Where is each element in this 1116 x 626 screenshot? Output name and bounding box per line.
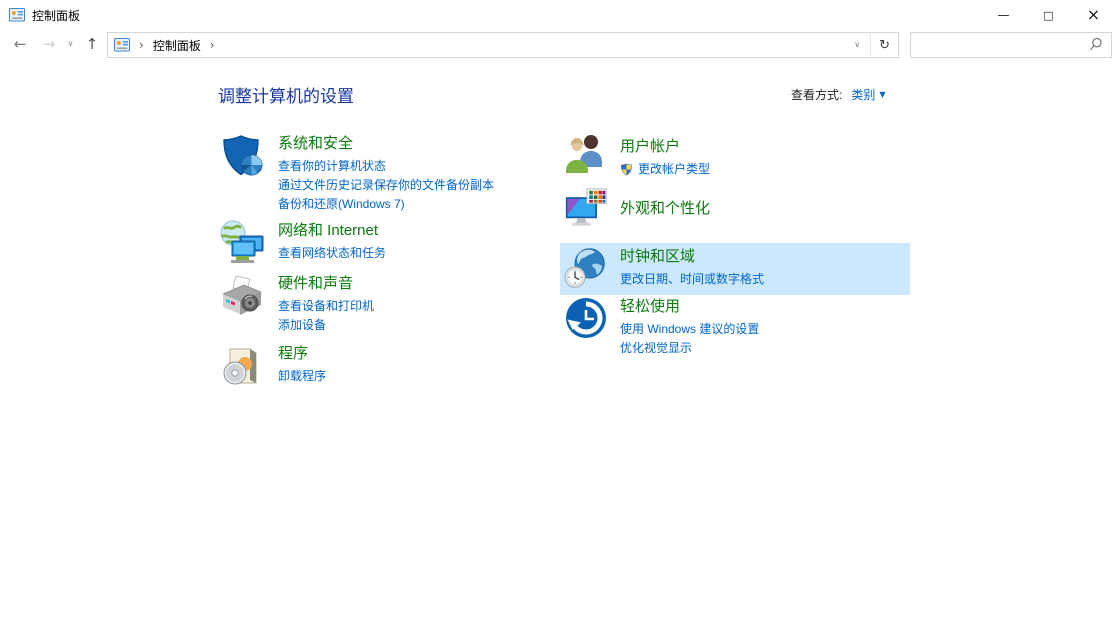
category-link[interactable]: 查看设备和打印机	[278, 297, 374, 316]
titlebar: 控制面板 — □ ×	[0, 0, 1116, 30]
category-link-label: 卸载程序	[278, 369, 327, 383]
category-link[interactable]: 添加设备	[278, 316, 374, 335]
category-link-label: 通过文件历史记录保存你的文件备份副本	[278, 178, 495, 192]
category-user-accounts[interactable]: 用户帐户 更改帐户类型	[560, 130, 910, 179]
category-link[interactable]: 更改日期、时间或数字格式	[620, 270, 764, 289]
breadcrumb-separator-icon[interactable]: ›	[210, 39, 215, 51]
chevron-down-icon: ∨	[854, 40, 861, 49]
category-link[interactable]: 查看网络状态和任务	[278, 244, 386, 263]
uac-shield-icon	[620, 163, 633, 176]
search-input[interactable]	[911, 33, 1092, 55]
globe-clock-icon	[564, 246, 608, 290]
window-controls: — □ ×	[981, 0, 1116, 30]
category-ease-of-access[interactable]: 轻松使用使用 Windows 建议的设置 优化视觉显示	[560, 296, 910, 358]
category-network-internet[interactable]: 网络和 Internet 查看网络状态和任务	[218, 220, 548, 268]
forward-button[interactable]: →	[36, 30, 62, 58]
category-link-label: 使用 Windows 建议的设置	[620, 322, 760, 336]
category-title-system-security[interactable]: 系统和安全	[278, 135, 494, 153]
category-link-label: 更改帐户类型	[638, 162, 711, 176]
forward-arrow-icon: →	[42, 34, 56, 53]
recent-locations-button[interactable]: ∨	[63, 30, 78, 58]
close-button[interactable]: ×	[1071, 0, 1116, 30]
view-by-dropdown[interactable]: 类别 ▼	[851, 88, 885, 102]
category-system-security[interactable]: 系统和安全查看你的计算机状态通过文件历史记录保存你的文件备份副本 备份和还原(Wi…	[218, 133, 548, 214]
category-link[interactable]: 查看你的计算机状态	[278, 157, 494, 176]
category-link[interactable]: 通过文件历史记录保存你的文件备份副本	[278, 176, 494, 195]
category-title-network-internet[interactable]: 网络和 Internet	[278, 222, 386, 240]
close-icon: ×	[1086, 5, 1101, 24]
breadcrumb-separator-icon[interactable]: ›	[139, 39, 144, 51]
category-link[interactable]: 更改帐户类型	[620, 160, 710, 179]
view-by-label: 查看方式:	[791, 88, 843, 102]
breadcrumb-root[interactable]: 控制面板	[153, 37, 201, 54]
back-button[interactable]: ←	[6, 30, 34, 58]
control-panel-icon	[114, 37, 130, 53]
category-programs[interactable]: 程序 卸载程序	[218, 343, 548, 391]
view-by-control: 查看方式: 类别 ▼	[791, 86, 886, 103]
address-dropdown-button[interactable]: ∨	[844, 41, 870, 49]
minimize-icon: —	[997, 8, 1010, 22]
category-link-label: 查看你的计算机状态	[278, 159, 387, 173]
accessibility-icon	[564, 296, 608, 340]
category-clock-region[interactable]: 时钟和区域更改日期、时间或数字格式	[560, 243, 910, 295]
chevron-down-icon: ∨	[67, 39, 74, 48]
category-link-label: 更改日期、时间或数字格式	[620, 272, 765, 286]
category-link-label: 查看设备和打印机	[278, 299, 375, 313]
navigation-toolbar: ← → ∨ ↑ › 控制面板 › ∨ ↻	[0, 30, 1116, 59]
minimize-button[interactable]: —	[981, 0, 1026, 30]
maximize-icon: □	[1043, 8, 1054, 22]
address-bar[interactable]: › 控制面板 › ∨ ↻	[107, 32, 899, 58]
category-title-appearance-personalization[interactable]: 外观和个性化	[620, 200, 710, 218]
refresh-icon: ↻	[879, 37, 890, 53]
monitor-palette-icon	[564, 188, 608, 232]
category-title-hardware-sound[interactable]: 硬件和声音	[278, 275, 374, 293]
users-icon	[564, 130, 608, 174]
up-arrow-icon: ↑	[85, 34, 99, 53]
category-link[interactable]: 使用 Windows 建议的设置	[620, 320, 759, 339]
control-panel-icon	[9, 7, 25, 23]
page-title: 调整计算机的设置	[218, 87, 354, 106]
software-box-icon	[218, 343, 266, 391]
category-title-ease-of-access[interactable]: 轻松使用	[620, 298, 759, 316]
category-title-user-accounts[interactable]: 用户帐户	[620, 138, 710, 156]
search-icon	[1088, 37, 1103, 52]
category-link-label: 优化视觉显示	[620, 341, 693, 355]
refresh-button[interactable]: ↻	[871, 39, 898, 52]
category-link-label: 添加设备	[278, 318, 327, 332]
maximize-button[interactable]: □	[1026, 0, 1071, 30]
category-hardware-sound[interactable]: 硬件和声音查看设备和打印机 添加设备	[218, 273, 548, 335]
view-by-value: 类别	[851, 88, 876, 102]
up-button[interactable]: ↑	[80, 30, 104, 58]
category-appearance-personalization[interactable]: 外观和个性化	[560, 188, 910, 232]
network-globe-icon	[218, 220, 266, 268]
back-arrow-icon: ←	[13, 34, 27, 53]
category-link[interactable]: 卸载程序	[278, 367, 326, 386]
window-title: 控制面板	[32, 8, 81, 23]
search-box	[910, 32, 1112, 58]
dropdown-caret-icon: ▼	[879, 90, 886, 99]
category-title-clock-region[interactable]: 时钟和区域	[620, 248, 764, 266]
category-title-programs[interactable]: 程序	[278, 345, 326, 363]
category-link-label: 备份和还原(Windows 7)	[278, 197, 405, 211]
category-link-label: 查看网络状态和任务	[278, 246, 387, 260]
category-link[interactable]: 优化视觉显示	[620, 339, 759, 358]
printer-icon	[218, 273, 266, 321]
category-link[interactable]: 备份和还原(Windows 7)	[278, 195, 494, 214]
security-shield-icon	[218, 133, 266, 181]
